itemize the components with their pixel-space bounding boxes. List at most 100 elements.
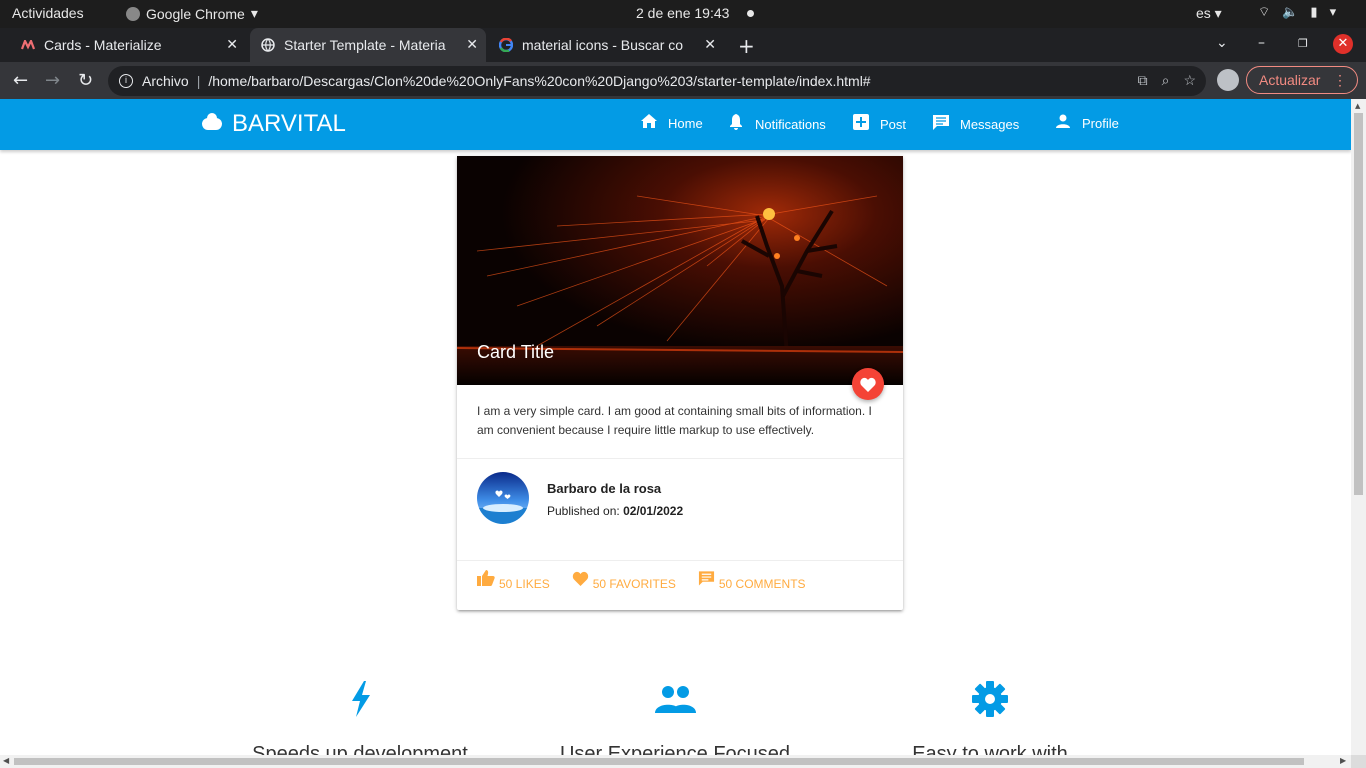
- globe-icon: [260, 37, 276, 53]
- feature-title: Easy to work with: [912, 743, 1068, 755]
- language-selector[interactable]: es ▾: [1196, 5, 1222, 22]
- maximize-button[interactable]: ❐: [1298, 37, 1308, 50]
- google-icon: [498, 37, 514, 53]
- url-text[interactable]: /home/barbaro/Descargas/Clon%20de%20Only…: [208, 73, 870, 89]
- post-card: Card Title I am a very simple card. I am…: [457, 156, 903, 610]
- profile-avatar-icon[interactable]: [1217, 69, 1239, 91]
- divider: [457, 458, 903, 459]
- close-icon[interactable]: ✕: [704, 36, 716, 53]
- minimize-button[interactable]: –: [1258, 35, 1265, 51]
- system-top-bar: Actividades Google Chrome ▾ 2 de ene 19:…: [0, 0, 1366, 28]
- update-chrome-button[interactable]: Actualizar ⋮: [1246, 66, 1358, 94]
- add-box-icon: [851, 114, 871, 135]
- nav-notifications-label: Notifications: [755, 117, 826, 132]
- star-icon[interactable]: ☆: [1183, 72, 1196, 89]
- vertical-scrollbar[interactable]: ▲: [1351, 99, 1366, 755]
- new-tab-button[interactable]: +: [738, 34, 755, 58]
- clock[interactable]: 2 de ene 19:43: [636, 5, 729, 21]
- navbar: BARVITAL Home Notifications Post Message…: [0, 99, 1351, 150]
- favorites-button[interactable]: 50 FAVORITES: [572, 571, 676, 594]
- scroll-up-arrow-icon[interactable]: ▲: [1355, 102, 1360, 110]
- brand-logo[interactable]: BARVITAL: [202, 110, 346, 138]
- nav-notifications[interactable]: Notifications: [726, 114, 826, 135]
- card-content: I am a very simple card. I am good at co…: [477, 404, 872, 437]
- comment-icon: [698, 570, 715, 591]
- comments-button[interactable]: 50 COMMENTS: [698, 570, 806, 594]
- chrome-icon: [126, 6, 140, 21]
- horizontal-scroll-thumb[interactable]: [14, 758, 1304, 765]
- nav-profile[interactable]: Profile: [1053, 114, 1119, 133]
- app-name: Google Chrome: [146, 5, 245, 22]
- tab-starter-template[interactable]: Starter Template - Materia ✕: [250, 28, 486, 62]
- brand-name: BARVITAL: [232, 110, 346, 137]
- battery-icon: ▮: [1310, 4, 1318, 19]
- page-viewport: BARVITAL Home Notifications Post Message…: [0, 99, 1351, 755]
- heart-icon: [572, 571, 589, 591]
- back-arrow-icon[interactable]: ←: [13, 70, 28, 91]
- person-icon: [1053, 114, 1073, 133]
- nav-messages[interactable]: Messages: [931, 114, 1019, 135]
- likes-button[interactable]: 50 LIKES: [477, 570, 550, 594]
- heart-icon: [860, 377, 876, 392]
- system-menu[interactable]: ⌔ 🔈 ▮ ▾: [1258, 4, 1336, 20]
- chevron-down-icon: ▾: [250, 5, 258, 21]
- feature-title: User Experience Focused: [559, 743, 791, 755]
- thumb-up-icon: [477, 570, 495, 591]
- group-icon: [655, 686, 696, 713]
- comments-label: 50 COMMENTS: [718, 576, 806, 591]
- forward-arrow-icon[interactable]: →: [45, 70, 60, 91]
- omnibox-actions: ⧉ ⌕ ☆: [1138, 72, 1196, 89]
- reload-icon[interactable]: ↻: [78, 70, 93, 91]
- close-icon[interactable]: ✕: [226, 36, 238, 53]
- card-image: Card Title: [457, 156, 903, 385]
- published-info: Published on: 02/01/2022: [547, 504, 683, 518]
- published-date: 02/01/2022: [623, 504, 684, 518]
- network-icon: ⌔: [1258, 4, 1271, 19]
- scroll-right-arrow-icon[interactable]: ▶: [1340, 756, 1346, 765]
- url-scheme-label: Archivo: [142, 73, 189, 89]
- cloud-icon: [202, 113, 222, 130]
- tab-title: Cards - Materialize: [44, 37, 162, 53]
- card-actions: 50 LIKES 50 FAVORITES 50 COMMENTS: [477, 570, 806, 594]
- window-close-button[interactable]: ✕: [1333, 34, 1353, 54]
- more-vert-icon[interactable]: ⋮: [1333, 72, 1347, 89]
- divider: [457, 560, 903, 561]
- url-separator: |: [196, 73, 201, 89]
- nav-post-label: Post: [880, 117, 907, 132]
- address-bar[interactable]: i Archivo | /home/barbaro/Descargas/Clon…: [108, 66, 1206, 96]
- tab-title: material icons - Buscar co: [522, 37, 684, 53]
- app-menu[interactable]: Google Chrome ▾: [126, 5, 258, 22]
- favorites-label: 50 FAVORITES: [592, 576, 676, 591]
- flash-icon: [352, 681, 370, 717]
- browser-toolbar: ← → ↻ i Archivo | /home/barbaro/Descarga…: [0, 62, 1366, 99]
- nav-home-label: Home: [668, 116, 703, 131]
- nav-messages-label: Messages: [960, 117, 1020, 132]
- horizontal-scrollbar[interactable]: ◀ ▶: [0, 755, 1351, 768]
- close-icon[interactable]: ✕: [466, 36, 478, 53]
- tab-strip: Cards - Materialize ✕ Starter Template -…: [0, 28, 1366, 62]
- nav-post[interactable]: Post: [851, 114, 906, 135]
- tab-search-icon[interactable]: ⌄: [1216, 35, 1228, 51]
- author-name[interactable]: Barbaro de la rosa: [547, 481, 661, 496]
- chevron-down-icon: ▾: [1329, 4, 1337, 19]
- published-label: Published on:: [547, 504, 620, 518]
- vertical-scroll-thumb[interactable]: [1354, 113, 1363, 495]
- materialize-icon: [20, 37, 36, 53]
- scroll-left-arrow-icon[interactable]: ◀: [3, 756, 9, 765]
- tab-cards-materialize[interactable]: Cards - Materialize ✕: [12, 28, 246, 62]
- nav-home[interactable]: Home: [639, 114, 703, 133]
- bell-icon: [726, 114, 746, 135]
- tab-material-icons-search[interactable]: material icons - Buscar co ✕: [490, 28, 724, 62]
- author-avatar[interactable]: [477, 472, 529, 524]
- translate-icon[interactable]: ⧉: [1138, 72, 1148, 89]
- feature-title: Speeds up development: [252, 743, 468, 755]
- message-icon: [931, 114, 951, 135]
- activities-button[interactable]: Actividades: [12, 5, 84, 21]
- zoom-icon[interactable]: ⌕: [1162, 72, 1170, 89]
- nav-profile-label: Profile: [1082, 116, 1119, 131]
- info-icon[interactable]: i: [119, 74, 133, 88]
- card-title: Card Title: [477, 342, 555, 362]
- volume-icon: 🔈: [1282, 4, 1299, 19]
- favorite-button[interactable]: [852, 368, 884, 400]
- update-label: Actualizar: [1259, 72, 1321, 88]
